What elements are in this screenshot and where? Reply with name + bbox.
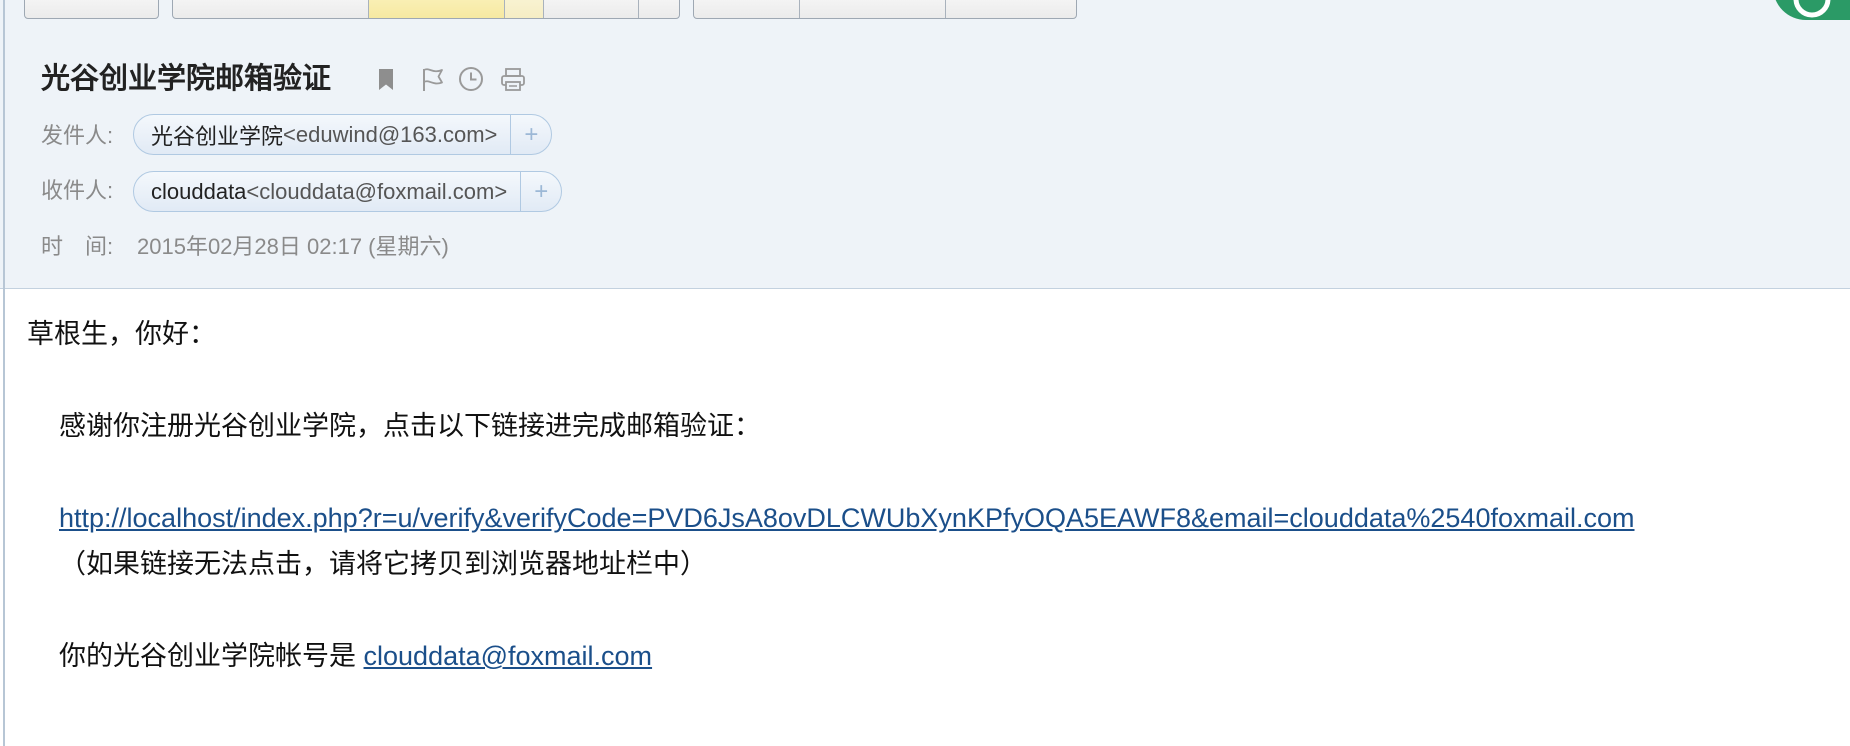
mail-subject: 光谷创业学院邮箱验证	[41, 63, 332, 95]
toolbar-group-1	[24, 0, 159, 19]
toolbar-button[interactable]	[173, 0, 368, 18]
intro-text: 感谢你注册光谷创业学院，点击以下链接进完成邮箱验证：	[59, 411, 761, 441]
time-label: 时 间:	[41, 234, 114, 259]
account-prefix: 你的光谷创业学院帐号是	[59, 641, 364, 671]
print-icon[interactable]	[500, 67, 526, 97]
toolbar-group-2	[172, 0, 680, 19]
sender-chip[interactable]: 光谷创业学院 <eduwind@163.com> +	[133, 114, 553, 155]
toolbar-button[interactable]	[694, 0, 799, 18]
clock-icon[interactable]	[458, 66, 484, 97]
sender-name: 光谷创业学院	[151, 123, 284, 149]
sender-contact[interactable]: 光谷创业学院 <eduwind@163.com>	[134, 115, 510, 154]
mail-reader: 光谷创业学院邮箱验证 发件人: 光谷创业学院 <eduwind@163.com>…	[0, 0, 1850, 746]
add-sender-contact-button[interactable]: +	[510, 115, 551, 154]
recipient-name: clouddata	[151, 178, 247, 204]
recipient-contact[interactable]: clouddata <clouddata@foxmail.com>	[134, 172, 520, 211]
toolbar-button[interactable]	[944, 0, 1076, 18]
mail-body: 草根生，你好： 感谢你注册光谷创业学院，点击以下链接进完成邮箱验证： http:…	[0, 289, 1850, 679]
account-line: 你的光谷创业学院帐号是 clouddata@foxmail.com	[0, 633, 1850, 679]
verify-link[interactable]: http://localhost/index.php?r=u/verify&ve…	[59, 503, 1635, 533]
from-label: 发件人:	[41, 123, 114, 148]
recipient-address: <clouddata@foxmail.com>	[246, 178, 508, 204]
toolbar-button[interactable]	[542, 0, 639, 18]
toolbar-button[interactable]	[799, 0, 944, 18]
sender-address: <eduwind@163.com>	[283, 121, 498, 147]
to-label: 收件人:	[41, 178, 114, 203]
verify-link-line: http://localhost/index.php?r=u/verify&ve…	[0, 495, 1850, 541]
greeting: 草根生，你好：	[27, 319, 216, 349]
toolbar-dropdown-toggle[interactable]	[503, 0, 543, 18]
frame-divider	[3, 0, 5, 746]
bookmark-icon[interactable]	[378, 68, 394, 96]
recipient-chip[interactable]: clouddata <clouddata@foxmail.com> +	[133, 171, 563, 212]
toolbar-button-highlighted[interactable]	[368, 0, 504, 18]
toolbar-dropdown-toggle[interactable]	[638, 0, 679, 18]
toolbar-group-3	[693, 0, 1077, 19]
floating-badge-icon[interactable]	[1773, 0, 1850, 20]
mail-header: 光谷创业学院邮箱验证 发件人: 光谷创业学院 <eduwind@163.com>…	[0, 0, 1850, 289]
account-email-link[interactable]: clouddata@foxmail.com	[364, 641, 653, 671]
toolbar-button[interactable]	[25, 0, 158, 18]
sent-time: 2015年02月28日 02:17 (星期六)	[137, 234, 449, 259]
flag-icon[interactable]	[421, 67, 445, 97]
link-hint: （如果链接无法点击，请将它拷贝到浏览器地址栏中）	[59, 549, 707, 579]
add-recipient-contact-button[interactable]: +	[520, 172, 561, 211]
